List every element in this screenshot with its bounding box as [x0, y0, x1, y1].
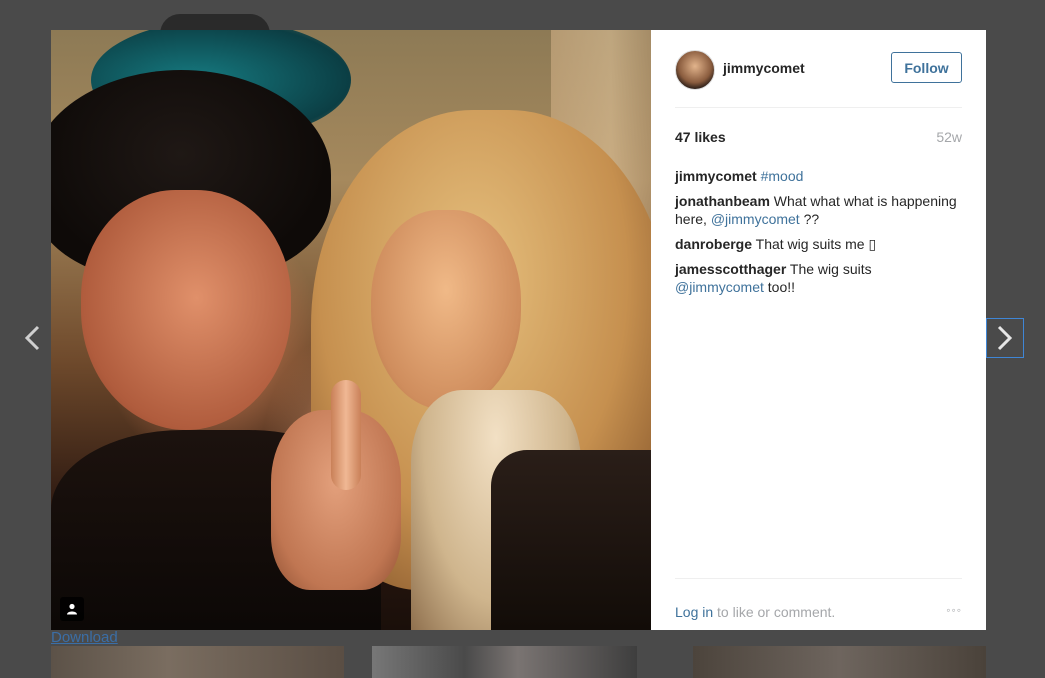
- photo-region: [81, 190, 291, 430]
- post-stats: 47 likes 52w: [675, 108, 962, 152]
- previous-post-button[interactable]: [13, 318, 51, 358]
- comment-text: That wig suits me ▯: [755, 236, 877, 252]
- comment-item: jamesscotthager The wig suits @jimmycome…: [675, 260, 962, 296]
- author-username[interactable]: jimmycomet: [723, 60, 805, 76]
- comment-username[interactable]: jimmycomet: [675, 168, 757, 184]
- tagged-people-button[interactable]: [60, 597, 84, 621]
- background-thumbnail[interactable]: [51, 646, 344, 678]
- comment-link[interactable]: #mood: [761, 168, 804, 184]
- post-photo[interactable]: [51, 30, 651, 630]
- comment-username[interactable]: danroberge: [675, 236, 752, 252]
- comment-text: The wig suits: [789, 261, 872, 277]
- next-post-button[interactable]: [986, 318, 1024, 358]
- photo-region: [371, 210, 521, 410]
- photo-region: [331, 380, 361, 490]
- download-link[interactable]: Download: [51, 629, 118, 646]
- chevron-left-icon: [24, 325, 40, 351]
- comment-username[interactable]: jamesscotthager: [675, 261, 786, 277]
- comments-list: jimmycomet #mood jonathanbeam What what w…: [675, 152, 962, 296]
- login-link[interactable]: Log in: [675, 604, 713, 620]
- post-footer: Log in to like or comment. ◦◦◦: [675, 578, 962, 630]
- comment-item: jonathanbeam What what what is happening…: [675, 192, 962, 228]
- avatar[interactable]: [675, 50, 715, 90]
- comment-link[interactable]: @jimmycomet: [711, 211, 800, 227]
- follow-button[interactable]: Follow: [891, 52, 962, 83]
- post-modal: jimmycomet Follow 47 likes 52w jimmycome…: [51, 30, 986, 630]
- comment-item: jimmycomet #mood: [675, 167, 962, 185]
- person-tag-icon: [67, 603, 77, 615]
- post-header: jimmycomet Follow: [675, 30, 962, 108]
- login-prompt: Log in to like or comment.: [675, 604, 835, 620]
- chevron-right-icon: [997, 325, 1013, 351]
- post-age[interactable]: 52w: [936, 129, 962, 145]
- likes-count[interactable]: 47 likes: [675, 129, 726, 145]
- login-suffix: to like or comment.: [713, 604, 836, 620]
- photo-region: [491, 450, 651, 630]
- comment-username[interactable]: jonathanbeam: [675, 193, 770, 209]
- background-thumbnail[interactable]: [693, 646, 986, 678]
- comment-link[interactable]: @jimmycomet: [675, 279, 764, 295]
- comment-item: danroberge That wig suits me ▯: [675, 235, 962, 253]
- comment-text: too!!: [763, 279, 796, 295]
- more-options-button[interactable]: ◦◦◦: [946, 603, 962, 617]
- background-thumbnail[interactable]: [372, 646, 637, 678]
- post-sidebar: jimmycomet Follow 47 likes 52w jimmycome…: [675, 30, 962, 630]
- comment-text: ??: [799, 211, 820, 227]
